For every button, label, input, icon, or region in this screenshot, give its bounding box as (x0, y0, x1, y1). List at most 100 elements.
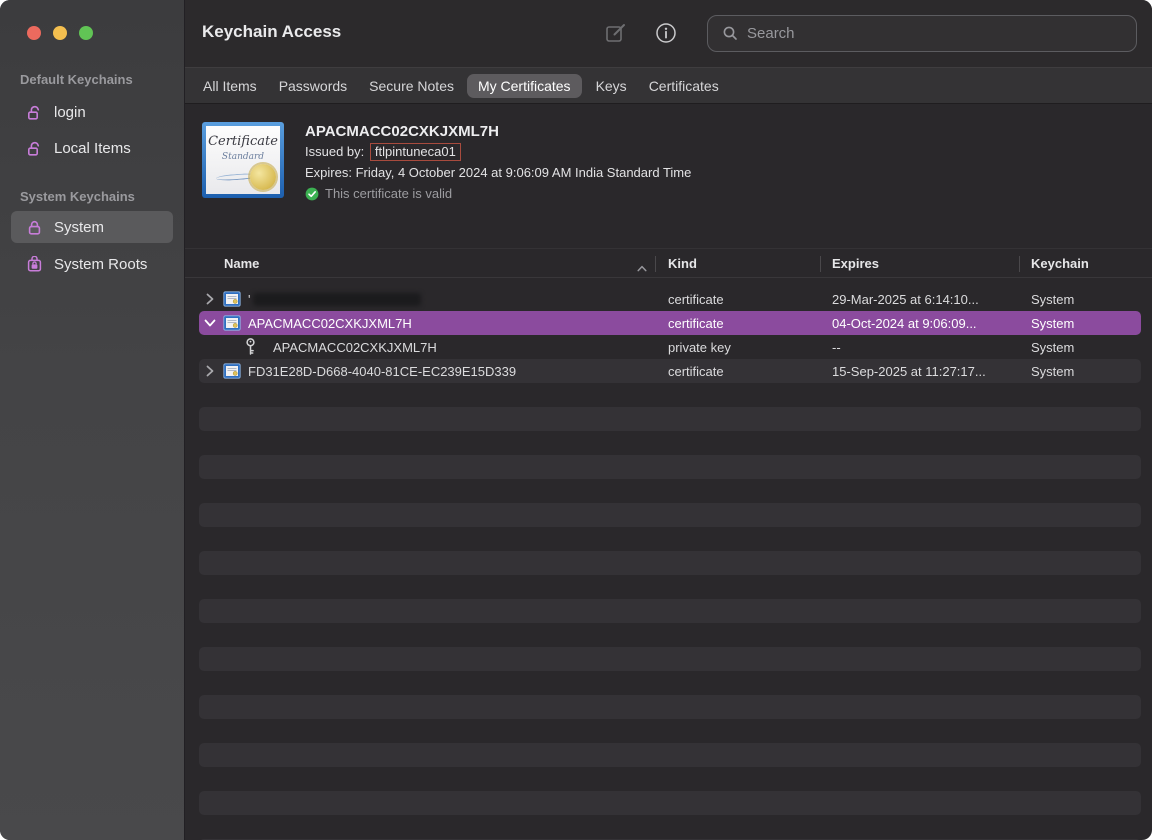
vault-lock-icon (26, 256, 43, 273)
empty-row (199, 527, 1141, 551)
sidebar-item-system-roots[interactable]: System Roots (11, 250, 173, 278)
empty-row (199, 383, 1141, 407)
search-field[interactable] (707, 15, 1137, 52)
sidebar-item-label: System (54, 219, 104, 236)
item-kind: private key (668, 335, 731, 359)
empty-row (199, 599, 1141, 623)
column-divider[interactable] (820, 256, 821, 272)
empty-row (199, 575, 1141, 599)
item-expires: 04-Oct-2024 at 9:06:09... (832, 311, 977, 335)
keychain-access-window: Default Keychains login Local Items Syst… (0, 0, 1152, 840)
lock-icon (26, 219, 43, 236)
column-header-expires[interactable]: Expires (832, 256, 879, 271)
table-row[interactable]: ' certificate 29-Mar-2025 at 6:14:10... Sys… (199, 287, 1141, 311)
titlebar: Keychain Access (185, 0, 1152, 67)
info-icon[interactable] (651, 18, 681, 48)
sidebar-item-label: login (54, 104, 86, 121)
certificate-icon (223, 311, 241, 335)
item-keychain: System (1031, 335, 1074, 359)
item-expires: -- (832, 335, 841, 359)
item-keychain: System (1031, 287, 1074, 311)
sort-ascending-icon (637, 259, 647, 277)
compose-icon[interactable] (601, 18, 631, 48)
redacted-name (253, 293, 421, 306)
search-input[interactable] (747, 25, 1117, 42)
zoom-window-button[interactable] (79, 26, 93, 40)
issuer-annotation-box: ftlpintuneca01 (370, 143, 461, 161)
table-header: Name Kind Expires Keychain (185, 248, 1152, 278)
tab-my-certificates[interactable]: My Certificates (467, 74, 582, 98)
empty-row (199, 647, 1141, 671)
empty-row (199, 623, 1141, 647)
sidebar-section-system-keychains: System Keychains (20, 189, 135, 204)
certificate-badge-title: Certificate (206, 134, 280, 149)
empty-row (199, 407, 1141, 431)
item-name: FD31E28D-D668-4040-81CE-EC239E15D339 (248, 359, 516, 383)
close-window-button[interactable] (27, 26, 41, 40)
sidebar-item-label: System Roots (54, 256, 147, 273)
tab-secure-notes[interactable]: Secure Notes (369, 74, 454, 98)
key-icon (245, 335, 256, 359)
column-divider[interactable] (655, 256, 656, 272)
item-kind: certificate (668, 311, 724, 335)
chevron-right-icon[interactable] (202, 359, 218, 383)
empty-row (199, 719, 1141, 743)
sidebar: Default Keychains login Local Items Syst… (0, 0, 184, 840)
certificate-badge-icon: Certificate Standard (202, 122, 284, 198)
valid-check-icon (305, 187, 319, 201)
item-name: APACMACC02CXKJXML7H (248, 311, 412, 335)
column-header-keychain[interactable]: Keychain (1031, 256, 1089, 271)
item-kind: certificate (668, 359, 724, 383)
certificate-badge-subtitle: Standard (206, 152, 280, 162)
chevron-right-icon[interactable] (202, 287, 218, 311)
table-row[interactable]: APACMACC02CXKJXML7H private key -- System (199, 335, 1141, 359)
item-name: APACMACC02CXKJXML7H (273, 335, 437, 359)
item-keychain: System (1031, 311, 1074, 335)
table-row[interactable]: FD31E28D-D668-4040-81CE-EC239E15D339 cert… (199, 359, 1141, 383)
certificate-detail: APACMACC02CXKJXML7H Issued by: ftlpintun… (305, 122, 691, 201)
item-keychain: System (1031, 359, 1074, 383)
sidebar-item-local-items[interactable]: Local Items (11, 134, 173, 162)
certificate-icon (223, 359, 241, 383)
chevron-down-icon[interactable] (202, 311, 218, 335)
empty-row (199, 743, 1141, 767)
issuer-name: ftlpintuneca01 (375, 144, 456, 159)
item-kind: certificate (668, 287, 724, 311)
empty-row (199, 767, 1141, 791)
tab-certificates[interactable]: Certificates (649, 74, 719, 98)
certificate-name: APACMACC02CXKJXML7H (305, 123, 691, 141)
certificate-badge-seal (250, 164, 276, 190)
sidebar-item-system[interactable]: System (11, 211, 173, 243)
validity-line: This certificate is valid (305, 186, 691, 201)
tab-keys[interactable]: Keys (596, 74, 627, 98)
table-row[interactable]: APACMACC02CXKJXML7H certificate 04-Oct-202… (199, 311, 1141, 335)
validity-text: This certificate is valid (325, 186, 452, 201)
empty-row (199, 671, 1141, 695)
empty-row (199, 431, 1141, 455)
empty-row (199, 791, 1141, 815)
column-divider[interactable] (1019, 256, 1020, 272)
minimize-window-button[interactable] (53, 26, 67, 40)
empty-row (199, 479, 1141, 503)
search-icon (722, 25, 739, 42)
unlock-icon (26, 140, 43, 157)
main-pane: Keychain Access All Items Passwords Secu… (185, 0, 1152, 840)
empty-row (199, 455, 1141, 479)
issued-by-label: Issued by: (305, 144, 364, 159)
expires-line: Expires: Friday, 4 October 2024 at 9:06:… (305, 162, 691, 183)
sidebar-item-login[interactable]: login (11, 98, 173, 126)
issued-by-line: Issued by: ftlpintuneca01 (305, 141, 691, 162)
column-header-name[interactable]: Name (224, 256, 259, 271)
page-title: Keychain Access (202, 22, 341, 42)
empty-row (199, 695, 1141, 719)
column-header-kind[interactable]: Kind (668, 256, 697, 271)
certificate-icon (223, 287, 241, 311)
empty-row (199, 815, 1141, 839)
item-name: ' (248, 287, 421, 311)
tab-all-items[interactable]: All Items (203, 74, 257, 98)
unlock-icon (26, 104, 43, 121)
item-expires: 29-Mar-2025 at 6:14:10... (832, 287, 979, 311)
empty-row (199, 503, 1141, 527)
tab-passwords[interactable]: Passwords (279, 74, 347, 98)
empty-row (199, 551, 1141, 575)
